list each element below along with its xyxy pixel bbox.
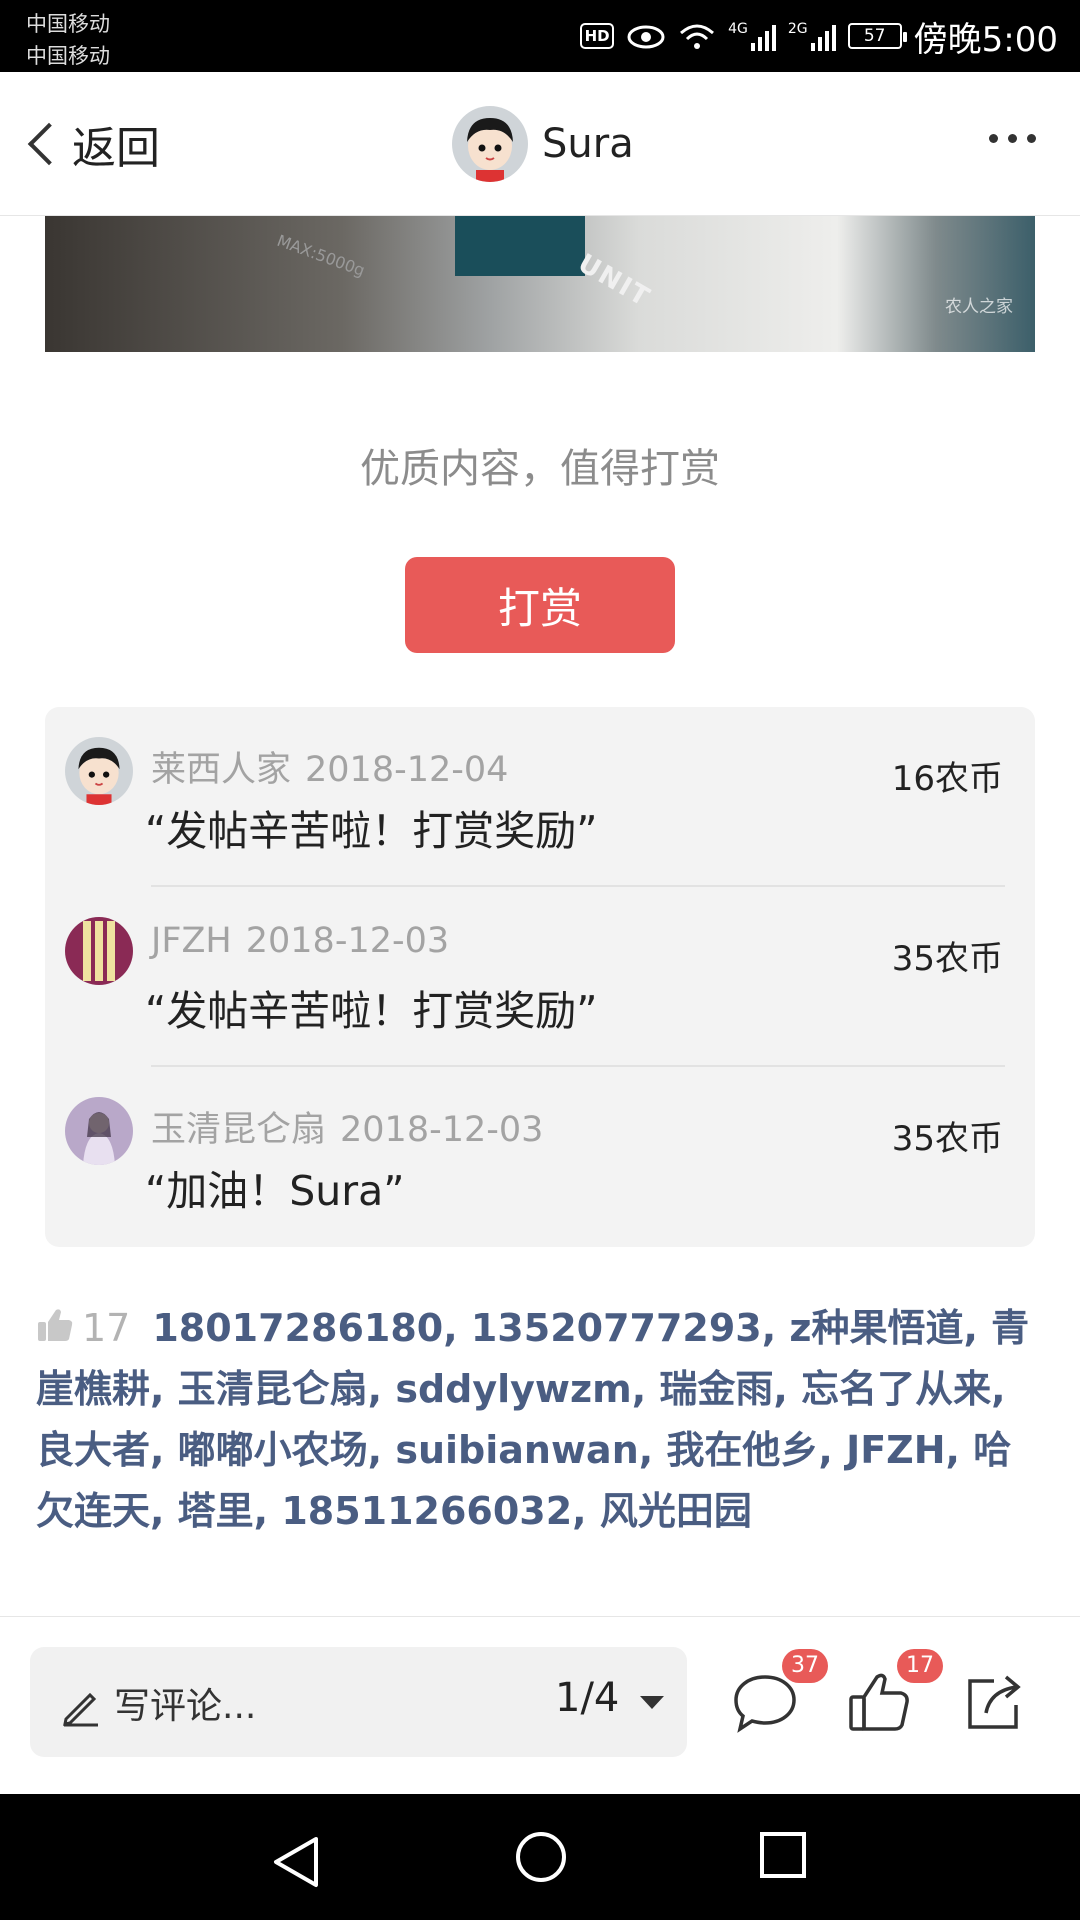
like-button[interactable]: 17 [845, 1649, 943, 1741]
like-count-badge: 17 [897, 1649, 943, 1683]
reward-date: 2018-12-03 [340, 1110, 544, 1150]
comment-count-badge: 37 [782, 1649, 828, 1683]
reward-item[interactable]: 玉清昆仑扇 2018-12-03 “加油！Sura” 35农币 [45, 1067, 1035, 1247]
reward-meta: 玉清昆仑扇 2018-12-03 [151, 1101, 543, 1152]
reward-message: “发帖辛苦啦！打赏奖励” [145, 987, 598, 1035]
signal-type-label: 4G [728, 21, 748, 37]
back-button[interactable]: 返回 [20, 112, 160, 176]
reward-meta: 莱西人家 2018-12-04 [151, 741, 508, 792]
status-indicators: HD 4G 2G 57 傍晚5:00 [580, 14, 1058, 60]
pencil-icon [63, 1692, 98, 1727]
caret-down-icon[interactable] [640, 1696, 664, 1709]
bottom-action-bar: 写评论... 1/4 37 17 [0, 1617, 1080, 1794]
more-options-icon[interactable] [989, 134, 1036, 143]
reward-date: 2018-12-04 [305, 750, 509, 790]
battery-icon: 57 [847, 23, 907, 49]
unit-button-label: UNIT [572, 248, 656, 314]
reward-item[interactable]: 莱西人家 2018-12-04 “发帖辛苦啦！打赏奖励” 16农币 [45, 707, 1035, 887]
wifi-icon [680, 24, 715, 49]
reward-amount: 35农币 [891, 1119, 1003, 1159]
signal-2g-icon: 2G [788, 21, 836, 51]
reward-button[interactable]: 打赏 [405, 557, 675, 653]
page-indicator[interactable]: 1/4 [555, 1675, 619, 1721]
reward-date: 2018-12-03 [245, 921, 450, 961]
reward-list: 莱西人家 2018-12-04 “发帖辛苦啦！打赏奖励” 16农币 JFZH 201… [45, 707, 1035, 1247]
back-triangle-icon[interactable] [270, 1830, 322, 1894]
post-image[interactable]: MAX:5000g UNIT 农人之家 [45, 216, 1035, 352]
back-label: 返回 [72, 123, 160, 174]
reward-message: “发帖辛苦啦！打赏奖励” [145, 807, 598, 855]
status-bar: 中国移动 中国移动 HD 4G 2G 57 傍晚5:00 [0, 0, 1080, 72]
home-circle-icon[interactable] [514, 1830, 568, 1884]
comment-placeholder: 写评论... [114, 1686, 257, 1727]
user-avatar[interactable] [65, 1097, 133, 1165]
reward-amount: 35农币 [891, 939, 1003, 979]
clock: 傍晚5:00 [913, 19, 1058, 60]
share-button[interactable] [960, 1661, 1040, 1741]
chevron-left-icon [27, 122, 71, 166]
reward-message: “加油！Sura” [145, 1167, 405, 1215]
recent-apps-square-icon[interactable] [758, 1830, 808, 1880]
author-info[interactable]: Sura [452, 106, 634, 182]
signal-type-label: 2G [787, 21, 808, 37]
reward-tip: 优质内容，值得打赏 [360, 446, 720, 492]
watermark: 农人之家 [945, 297, 1013, 317]
user-name[interactable]: 玉清昆仑扇 [151, 1110, 326, 1150]
eye-icon [627, 25, 665, 49]
reward-amount: 16农币 [891, 759, 1003, 799]
reward-meta: JFZH 2018-12-03 [151, 921, 449, 961]
system-nav-bar [0, 1794, 1080, 1920]
user-avatar[interactable] [65, 737, 133, 805]
hd-icon: HD [580, 23, 615, 49]
comment-button[interactable]: 37 [730, 1649, 828, 1741]
signal-4g-icon: 4G [728, 21, 776, 51]
thumb-up-icon [38, 1309, 73, 1341]
like-count: 17 [82, 1306, 131, 1350]
author-name[interactable]: Sura [542, 121, 634, 167]
scale-label: MAX:5000g [274, 230, 368, 281]
user-avatar[interactable] [65, 917, 133, 985]
liker-names[interactable]: 18017286180, 13520777293, z种果悟道, 青崖樵耕, 玉… [36, 1306, 1029, 1533]
carrier-label: 中国移动 [26, 44, 110, 68]
scale-display [455, 216, 585, 276]
reward-item[interactable]: JFZH 2018-12-03 “发帖辛苦啦！打赏奖励” 35农币 [45, 887, 1035, 1067]
likes-list: 17 18017286180, 13520777293, z种果悟道, 青崖樵耕,… [36, 1298, 1046, 1542]
user-name[interactable]: JFZH [151, 921, 232, 961]
share-icon [968, 1675, 1021, 1729]
top-nav-bar: 返回 Sura [0, 72, 1080, 216]
carrier-label: 中国移动 [26, 12, 110, 36]
author-avatar[interactable] [452, 106, 528, 182]
comment-input[interactable]: 写评论... 1/4 [30, 1647, 687, 1757]
user-name[interactable]: 莱西人家 [151, 750, 291, 790]
